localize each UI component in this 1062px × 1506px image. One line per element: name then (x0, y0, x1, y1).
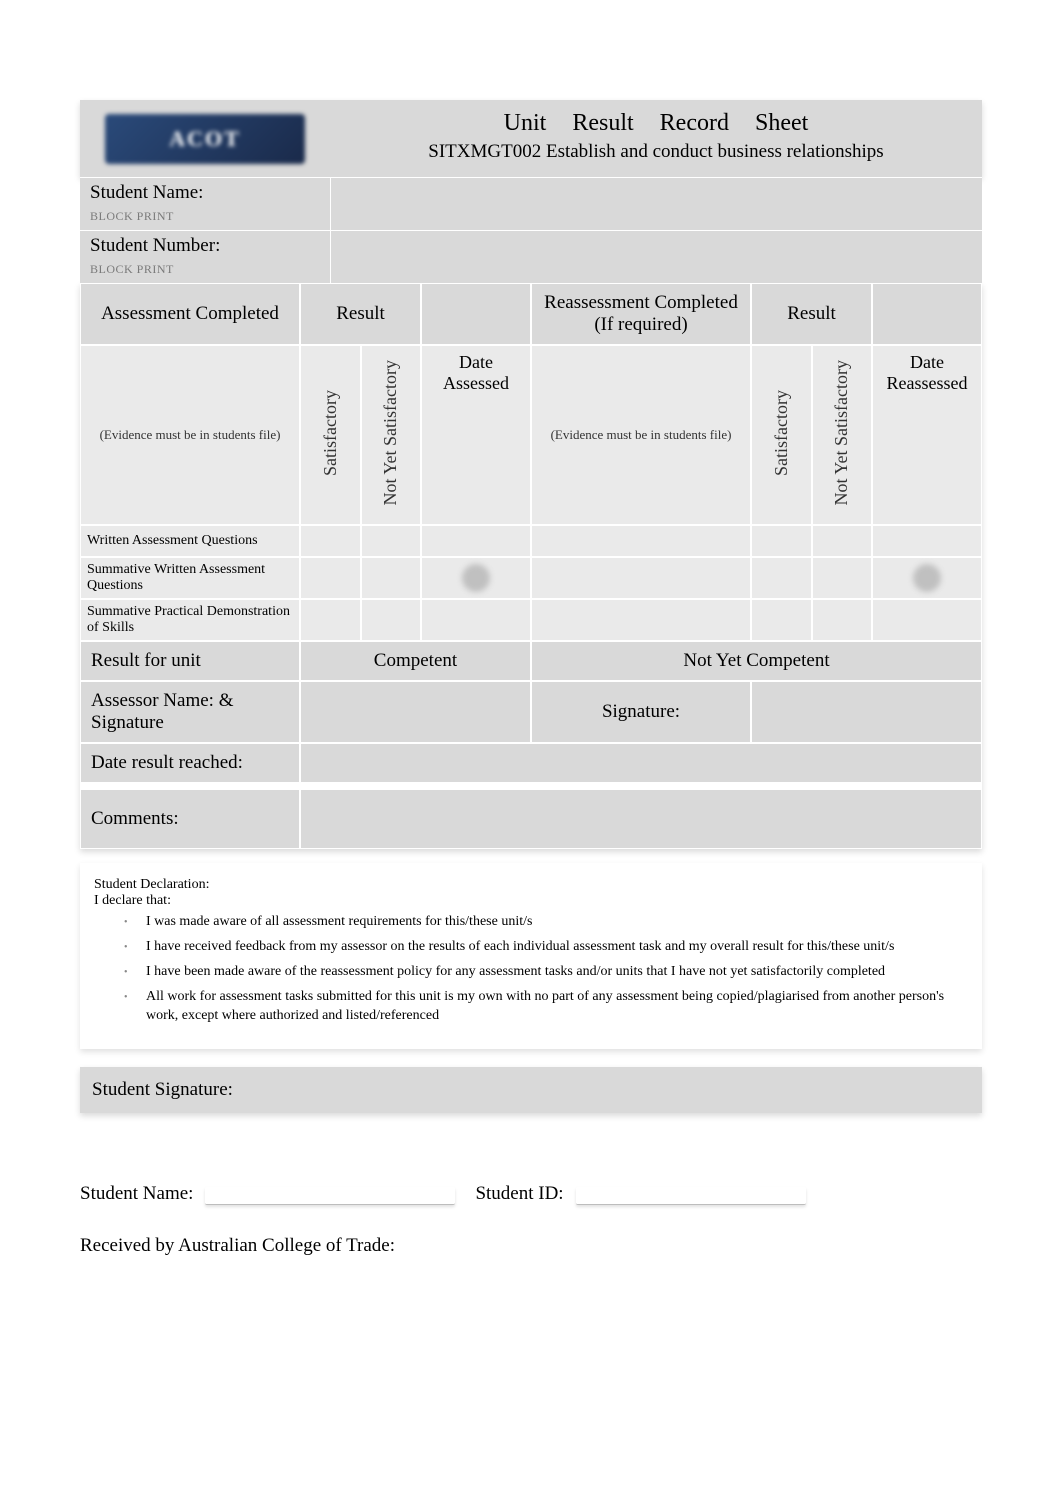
declaration-list: I was made aware of all assessment requi… (124, 913, 968, 1025)
title-cell: Unit Result Record Sheet SITXMGT002 Esta… (330, 100, 982, 177)
sat-cell[interactable] (751, 599, 812, 641)
declaration-item: I have been made aware of the reassessme… (124, 963, 968, 982)
table-row: Written Assessment Questions (80, 525, 982, 557)
student-number-label: Student Number: BLOCK Print (80, 231, 330, 283)
not-yet-satisfactory-header-2: Not Yet Satisfactory (812, 345, 873, 525)
date-assessed-cell[interactable] (421, 525, 531, 557)
student-name-input[interactable] (330, 178, 982, 230)
footer-student-id-label: Student ID: (475, 1183, 563, 1205)
footer-section: Student Name: Student ID: Received by Au… (80, 1183, 982, 1257)
student-number-row: Student Number: BLOCK Print (80, 230, 982, 283)
assessor-signature-input[interactable] (751, 681, 982, 743)
nys-label-2: Not Yet Satisfactory (829, 354, 854, 512)
nys-cell[interactable] (812, 599, 873, 641)
logo-image: ACOT (105, 114, 305, 164)
table-row: Summative Written Assessment Questions (80, 557, 982, 599)
comments-label: Comments: (80, 789, 300, 849)
not-yet-competent-cell[interactable]: Not Yet Competent (531, 641, 982, 681)
page-subtitle: SITXMGT002 Establish and conduct busines… (350, 141, 962, 163)
declaration-heading: Student Declaration: (94, 877, 968, 893)
not-yet-satisfactory-header-1: Not Yet Satisfactory (361, 345, 422, 525)
evidence-note-1: (Evidence must be in students file) (80, 345, 300, 525)
student-name-label-text: Student Name: (90, 182, 203, 203)
date-assessed-cell[interactable] (421, 599, 531, 641)
table-row: Summative Practical Demonstration of Ski… (80, 599, 982, 641)
date-reassessed-cell[interactable] (872, 525, 982, 557)
assessment-name-2: Summative Written Assessment Questions (80, 557, 300, 599)
assessment-table: Assessment Completed Result Reassessment… (80, 283, 982, 849)
date-assessed-header: Date Assessed (421, 345, 531, 525)
competent-cell[interactable]: Competent (300, 641, 531, 681)
sat-cell[interactable] (751, 557, 812, 599)
signature-label: Signature: (531, 681, 751, 743)
date-reassessed-header: Date Reassessed (872, 345, 982, 525)
declaration-item: I have received feedback from my assesso… (124, 938, 968, 957)
date-reassessed-cell[interactable] (872, 557, 982, 599)
page-title: Unit Result Record Sheet (350, 110, 962, 137)
sat-cell[interactable] (300, 599, 361, 641)
date-result-reached-label: Date result reached: (80, 743, 300, 783)
student-number-label-text: Student Number: (90, 235, 220, 256)
evidence-note-2: (Evidence must be in students file) (531, 345, 751, 525)
result-for-unit-label: Result for unit (80, 641, 300, 681)
reassessment-completed-header: Reassessment Completed (If required) (531, 283, 751, 345)
logo-cell: ACOT (80, 100, 330, 177)
student-name-row: Student Name: BLOCK Print (80, 177, 982, 230)
reassess-name-cell[interactable] (531, 557, 751, 599)
nys-label-1: Not Yet Satisfactory (378, 354, 403, 512)
assessment-name-1: Written Assessment Questions (80, 525, 300, 557)
assessor-name-label: Assessor Name: & Signature (80, 681, 300, 743)
date-reassessed-cell[interactable] (872, 599, 982, 641)
nys-cell[interactable] (361, 557, 422, 599)
declaration-item: I was made aware of all assessment requi… (124, 913, 968, 932)
student-signature-label: Student Signature: (92, 1079, 312, 1101)
student-number-input[interactable] (330, 231, 982, 283)
footer-student-id-input[interactable] (576, 1187, 806, 1205)
student-signature-input[interactable] (312, 1079, 970, 1101)
comments-row: Comments: (80, 789, 982, 849)
reassess-name-cell[interactable] (531, 599, 751, 641)
date-result-reached-input[interactable] (300, 743, 982, 783)
declaration-item: All work for assessment tasks submitted … (124, 988, 968, 1026)
result-header-2: Result (751, 283, 872, 345)
assessment-name-3: Summative Practical Demonstration of Ski… (80, 599, 300, 641)
satisfactory-label-2: Satisfactory (769, 384, 794, 482)
block-print-hint-2: BLOCK Print (90, 262, 174, 276)
header-bar: ACOT Unit Result Record Sheet SITXMGT002… (80, 100, 982, 177)
satisfactory-header-2: Satisfactory (751, 345, 812, 525)
satisfactory-label-1: Satisfactory (318, 384, 343, 482)
result-header-1: Result (300, 283, 421, 345)
footer-student-name-input[interactable] (205, 1187, 455, 1205)
assessment-completed-header: Assessment Completed (80, 283, 300, 345)
nys-cell[interactable] (361, 599, 422, 641)
assessor-signature-row: Assessor Name: & Signature Signature: (80, 681, 982, 743)
result-for-unit-row: Result for unit Competent Not Yet Compet… (80, 641, 982, 681)
blurred-mark-icon (913, 564, 941, 592)
footer-student-name-label: Student Name: (80, 1183, 193, 1205)
assessor-name-input[interactable] (300, 681, 531, 743)
sat-cell[interactable] (300, 525, 361, 557)
sat-cell[interactable] (751, 525, 812, 557)
nys-cell[interactable] (812, 525, 873, 557)
nys-cell[interactable] (361, 525, 422, 557)
sat-cell[interactable] (300, 557, 361, 599)
date-result-reached-row: Date result reached: (80, 743, 982, 783)
nys-cell[interactable] (812, 557, 873, 599)
block-print-hint: BLOCK Print (90, 209, 174, 223)
footer-received-by-label: Received by Australian College of Trade: (80, 1235, 395, 1257)
student-signature-box: Student Signature: (80, 1067, 982, 1113)
comments-input[interactable] (300, 789, 982, 849)
reassess-name-cell[interactable] (531, 525, 751, 557)
date-assessed-cell[interactable] (421, 557, 531, 599)
student-declaration: Student Declaration: I declare that: I w… (80, 863, 982, 1049)
blurred-mark-icon (462, 564, 490, 592)
declaration-intro: I declare that: (94, 893, 968, 909)
student-name-label: Student Name: BLOCK Print (80, 178, 330, 230)
satisfactory-header-1: Satisfactory (300, 345, 361, 525)
